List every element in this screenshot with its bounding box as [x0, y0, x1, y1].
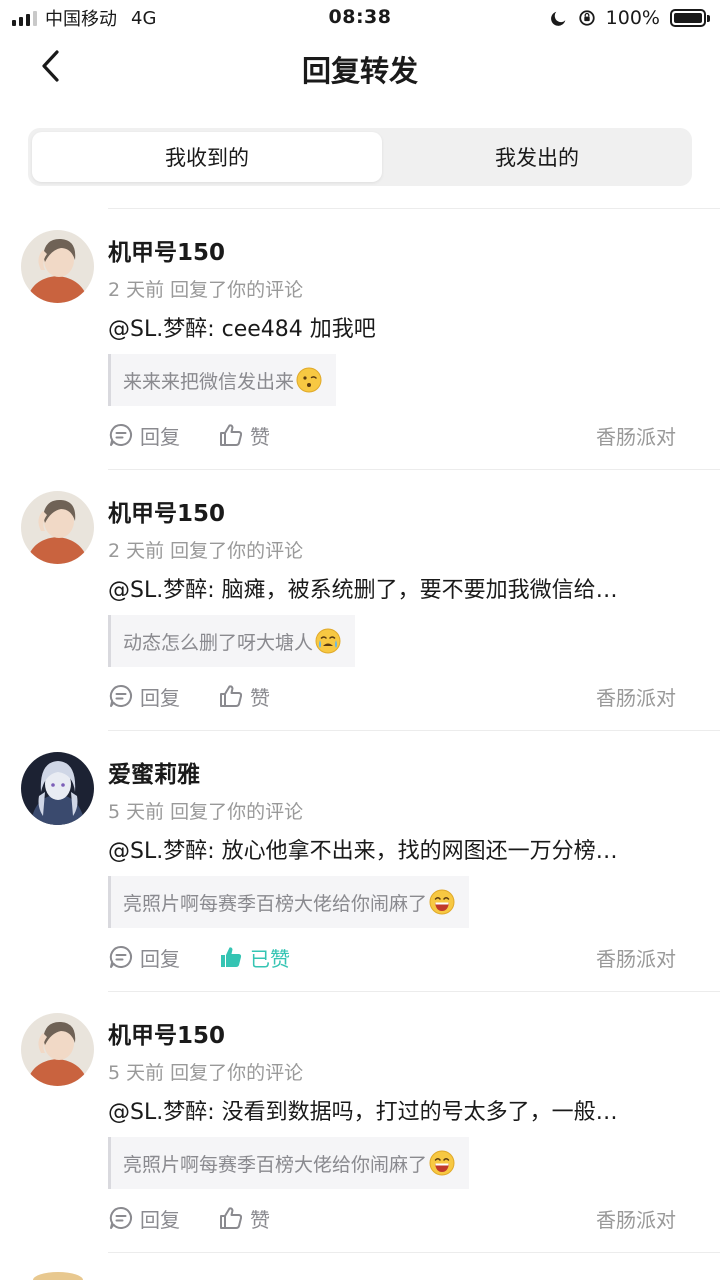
source-game-label[interactable]: 香肠派对 [596, 680, 676, 712]
grinning-emoji-icon [429, 889, 455, 915]
thumbs-up-icon [220, 424, 243, 446]
reply-content[interactable]: @SL.梦醉: cee484 加我吧 [108, 311, 688, 343]
reply-content[interactable]: @SL.梦醉: 脑瘫，被系统删了，要不要加我微信给… [108, 572, 688, 604]
list-item[interactable]: 机甲号150 2 天前 回复了你的评论 @SL.梦醉: 脑瘫，被系统删了，要不要… [0, 470, 720, 731]
like-button[interactable]: 赞 [218, 419, 270, 451]
do-not-disturb-icon [550, 11, 565, 26]
tab-switcher: 我收到的 我发出的 [28, 128, 692, 186]
grinning-emoji-icon [429, 1150, 455, 1176]
avatar[interactable] [21, 752, 94, 825]
reply-label: 回复 [140, 1207, 180, 1232]
comment-icon [109, 1206, 132, 1229]
avatar[interactable] [21, 491, 94, 564]
user-name[interactable]: 爱蜜莉雅 [108, 755, 200, 789]
list-item[interactable]: 机甲号150 5 天前 回复了你的评论 @SL.梦醉: 没看到数据吗，打过的号太… [0, 992, 720, 1253]
reply-list: 机甲号150 2 天前 回复了你的评论 @SL.梦醉: cee484 加我吧 来… [0, 209, 720, 1253]
page-title: 回复转发 [301, 54, 418, 88]
reply-meta: 2 天前 回复了你的评论 [108, 540, 304, 562]
reply-meta: 5 天前 回复了你的评论 [108, 1062, 304, 1084]
avatar[interactable] [33, 1272, 83, 1280]
avatar[interactable] [21, 1013, 94, 1086]
reply-label: 回复 [140, 946, 180, 971]
reply-button[interactable]: 回复 [108, 419, 180, 451]
smirk-emoji-icon [296, 367, 322, 393]
item-actions: 回复 赞 香肠派对 [108, 419, 676, 451]
thumbs-up-icon [220, 685, 243, 707]
quoted-text: 动态怎么删了呀大塘人 [123, 631, 314, 654]
comment-icon [109, 423, 132, 446]
quoted-text: 来来来把微信发出来 [123, 370, 295, 393]
reply-button[interactable]: 回复 [108, 1202, 180, 1234]
thumbs-up-icon [220, 1207, 243, 1229]
like-label: 赞 [250, 685, 270, 710]
reply-button[interactable]: 回复 [108, 680, 180, 712]
source-game-label[interactable]: 香肠派对 [596, 1202, 676, 1234]
quoted-text: 亮照片啊每赛季百榜大佬给你闹麻了 [123, 892, 428, 915]
avatar[interactable] [21, 230, 94, 303]
reply-label: 回复 [140, 685, 180, 710]
quoted-text: 亮照片啊每赛季百榜大佬给你闹麻了 [123, 1153, 428, 1176]
reply-button[interactable]: 回复 [108, 941, 180, 973]
quoted-comment[interactable]: 亮照片啊每赛季百榜大佬给你闹麻了 [108, 876, 470, 928]
thumbs-up-filled-icon [221, 947, 242, 967]
user-name[interactable]: 机甲号150 [108, 1016, 225, 1050]
reply-content[interactable]: @SL.梦醉: 没看到数据吗，打过的号太多了，一般… [108, 1094, 688, 1126]
like-label: 赞 [250, 1207, 270, 1232]
reply-meta: 5 天前 回复了你的评论 [108, 801, 304, 823]
item-actions: 回复 赞 香肠派对 [108, 680, 676, 712]
rotation-lock-icon [579, 10, 595, 26]
divider [108, 1252, 720, 1253]
list-item[interactable]: 爱蜜莉雅 5 天前 回复了你的评论 @SL.梦醉: 放心他拿不出来，找的网图还一… [0, 731, 720, 992]
item-actions: 回复 赞 香肠派对 [108, 1202, 676, 1234]
reply-meta: 2 天前 回复了你的评论 [108, 279, 304, 301]
reply-content[interactable]: @SL.梦醉: 放心他拿不出来，找的网图还一万分榜… [108, 833, 688, 865]
quoted-comment[interactable]: 来来来把微信发出来 [108, 354, 337, 406]
user-name[interactable]: 机甲号150 [108, 233, 225, 267]
tab-sent[interactable]: 我发出的 [386, 132, 688, 182]
comment-icon [109, 945, 132, 968]
like-button[interactable]: 赞 [218, 1202, 270, 1234]
crying-emoji-icon [315, 628, 341, 654]
quoted-comment[interactable]: 亮照片啊每赛季百榜大佬给你闹麻了 [108, 1137, 470, 1189]
reply-label: 回复 [140, 424, 180, 449]
like-button[interactable]: 赞 [218, 680, 270, 712]
list-item[interactable]: 机甲号150 2 天前 回复了你的评论 @SL.梦醉: cee484 加我吧 来… [0, 209, 720, 470]
liked-button[interactable]: 已赞 [218, 941, 290, 973]
quoted-comment[interactable]: 动态怎么删了呀大塘人 [108, 615, 356, 667]
source-game-label[interactable]: 香肠派对 [596, 419, 676, 451]
nav-bar: 回复转发 [0, 36, 720, 96]
comment-icon [109, 684, 132, 707]
status-bar: 中国移动 4G 08:38 100% [0, 0, 720, 36]
battery-percent: 100% [605, 7, 660, 29]
like-label: 赞 [250, 424, 270, 449]
user-name[interactable]: 机甲号150 [108, 494, 225, 528]
item-actions: 回复 已赞 香肠派对 [108, 941, 676, 973]
battery-icon [670, 9, 710, 27]
like-label: 已赞 [250, 946, 290, 971]
source-game-label[interactable]: 香肠派对 [596, 941, 676, 973]
tab-received[interactable]: 我收到的 [32, 132, 382, 182]
